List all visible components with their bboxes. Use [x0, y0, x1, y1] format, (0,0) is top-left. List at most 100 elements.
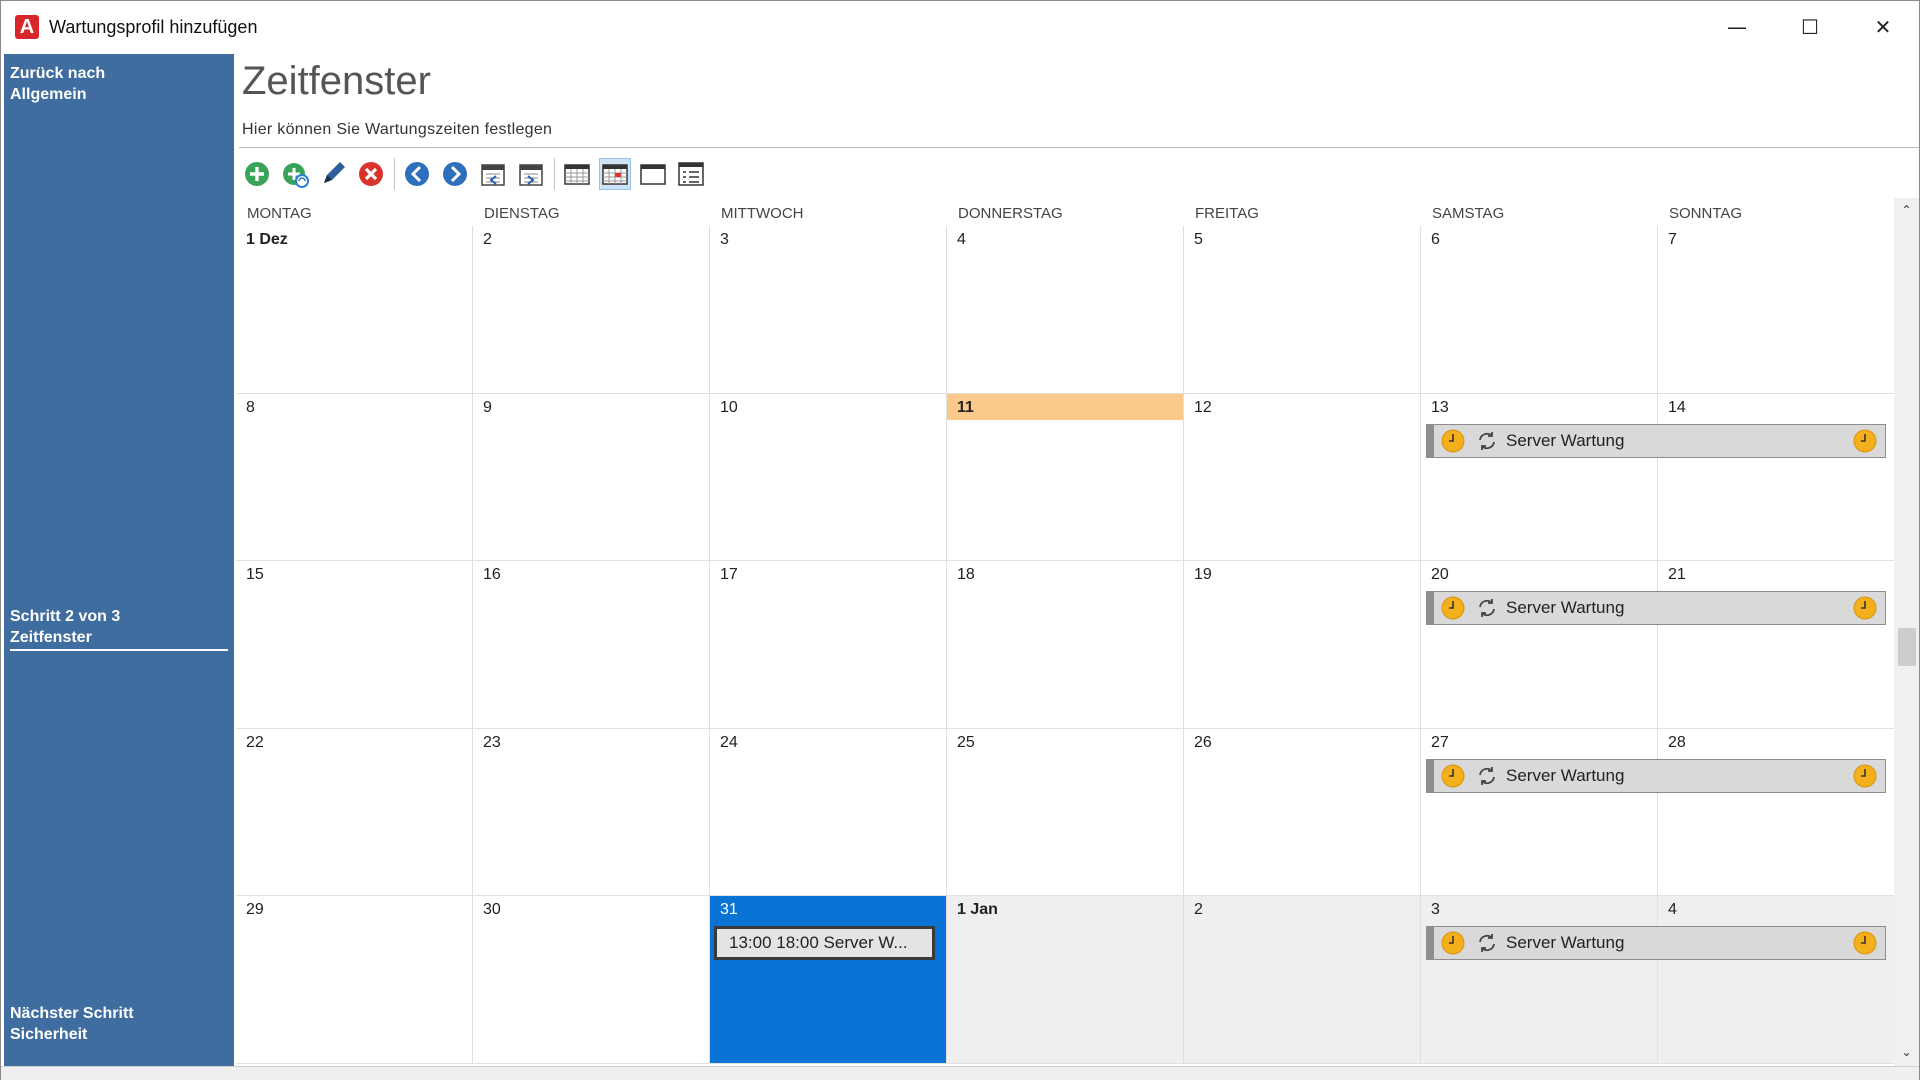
- calendar-day-cell[interactable]: 26: [1184, 728, 1421, 896]
- calendar-day-cell[interactable]: 12: [1184, 393, 1421, 561]
- close-button[interactable]: ✕: [1860, 9, 1906, 45]
- calendar-day-cell[interactable]: 8: [236, 393, 473, 561]
- weekday-header: DIENSTAG: [484, 205, 560, 222]
- scrollbar-thumb[interactable]: [1898, 628, 1916, 666]
- calendar-day-cell[interactable]: 29: [236, 896, 473, 1064]
- day-number: 10: [720, 398, 738, 416]
- add-recurring-button[interactable]: [279, 158, 311, 190]
- day-number: 1 Jan: [957, 901, 998, 918]
- scroll-up-icon[interactable]: ⌃: [1898, 202, 1915, 219]
- day-number: 6: [1431, 231, 1440, 248]
- next-step-link[interactable]: Nächster Schritt Sicherheit: [10, 1003, 134, 1045]
- recurring-event[interactable]: Server Wartung: [1426, 591, 1886, 625]
- day-number: 14: [1668, 398, 1686, 416]
- calendar-day-cell[interactable]: 22: [236, 728, 473, 896]
- calendar-day-cell[interactable]: 4: [947, 226, 1184, 394]
- calendar-day-cell[interactable]: 31: [710, 896, 947, 1064]
- vertical-scrollbar[interactable]: ⌃ ⌄: [1894, 198, 1919, 1066]
- day-number: 17: [720, 566, 738, 583]
- week-view-button[interactable]: [637, 158, 669, 190]
- day-number: 3: [720, 231, 729, 248]
- calendar-day-cell[interactable]: 9: [473, 393, 710, 561]
- minimize-button[interactable]: —: [1714, 9, 1760, 45]
- day-number: 27: [1431, 733, 1449, 751]
- calendar-day-cell[interactable]: 1 Dez: [236, 226, 473, 394]
- previous-button[interactable]: [401, 158, 433, 190]
- calendar-day-cell[interactable]: 19: [1184, 561, 1421, 729]
- toolbar-separator: [554, 158, 555, 190]
- day-number: 22: [246, 733, 264, 751]
- day-number: 4: [1668, 901, 1677, 918]
- calendar-day-cell[interactable]: 17: [710, 561, 947, 729]
- clock-icon: [1853, 764, 1877, 787]
- calendar-day-cell[interactable]: 21: [1658, 561, 1894, 729]
- weekday-header: DONNERSTAG: [958, 205, 1063, 222]
- calendar-day-cell[interactable]: 24: [710, 728, 947, 896]
- calendar-day-cell[interactable]: 18: [947, 561, 1184, 729]
- calendar-day-cell[interactable]: 2: [473, 226, 710, 394]
- calendar-day-cell[interactable]: 4: [1658, 896, 1894, 1064]
- calendar-day-cell[interactable]: 13: [1421, 393, 1658, 561]
- selected-event[interactable]: 13:00 18:00 Server W...: [714, 926, 935, 960]
- day-number: 18: [957, 566, 975, 583]
- calendar-day-cell[interactable]: 6: [1421, 226, 1658, 394]
- wizard-sidebar: Zurück nach Allgemein Schritt 2 von 3 Ze…: [4, 54, 234, 1066]
- day-number: 24: [720, 733, 738, 751]
- app-logo-icon: A: [15, 15, 39, 39]
- calendar-day-cell[interactable]: 14: [1658, 393, 1894, 561]
- back-to-general-link[interactable]: Zurück nach Allgemein: [10, 63, 105, 105]
- calendar-day-cell[interactable]: 5: [1184, 226, 1421, 394]
- window: A Wartungsprofil hinzufügen — ☐ ✕ Zurück…: [0, 0, 1920, 1080]
- calendar-day-cell[interactable]: 3: [1421, 896, 1658, 1064]
- maximize-button[interactable]: ☐: [1787, 9, 1833, 45]
- edit-icon: [324, 162, 345, 183]
- day-view-button[interactable]: [561, 158, 593, 190]
- calendar-day-cell[interactable]: 2: [1184, 896, 1421, 1064]
- day-view-icon: [564, 164, 590, 185]
- calendar-day-cell[interactable]: 3: [710, 226, 947, 394]
- calendar-day-cell[interactable]: 11: [947, 393, 1184, 561]
- day-number: 25: [957, 733, 975, 751]
- calendar-day-cell[interactable]: 10: [710, 393, 947, 561]
- day-number: 5: [1194, 231, 1203, 248]
- calendar-day-cell[interactable]: 7: [1658, 226, 1894, 394]
- calendar-prev-icon: [481, 164, 505, 186]
- clock-icon: [1441, 596, 1465, 620]
- calendar-day-cell[interactable]: 25: [947, 728, 1184, 896]
- calendar-day-cell[interactable]: 30: [473, 896, 710, 1064]
- calendar-day-cell[interactable]: 20: [1421, 561, 1658, 729]
- calendar-day-cell[interactable]: 16: [473, 561, 710, 729]
- next-link-line2: Sicherheit: [10, 1026, 88, 1043]
- header-divider: [239, 147, 1919, 148]
- recurring-event[interactable]: Server Wartung: [1426, 758, 1886, 793]
- calendar-previous-button[interactable]: [477, 158, 509, 190]
- calendar-day-cell[interactable]: 28: [1658, 728, 1894, 896]
- weekday-header: MITTWOCH: [721, 205, 804, 222]
- weekday-header: SAMSTAG: [1432, 205, 1505, 222]
- clock-icon: [1853, 429, 1877, 452]
- recurring-event[interactable]: Server Wartung: [1426, 926, 1886, 960]
- weekday-header: MONTAG: [247, 205, 312, 222]
- clock-icon: [1853, 596, 1877, 620]
- next-button[interactable]: [439, 158, 471, 190]
- add-button[interactable]: [241, 158, 273, 190]
- day-number: 12: [1194, 398, 1212, 416]
- day-number: 28: [1668, 733, 1686, 751]
- calendar-day-cell[interactable]: 1 Jan: [947, 896, 1184, 1064]
- calendar-day-cell[interactable]: 23: [473, 728, 710, 896]
- status-strip: [1, 1066, 1919, 1080]
- delete-button[interactable]: [355, 158, 387, 190]
- edit-button[interactable]: [317, 158, 349, 190]
- calendar-day-cell[interactable]: 15: [236, 561, 473, 729]
- clock-icon: [1441, 931, 1465, 955]
- calendar-next-button[interactable]: [515, 158, 547, 190]
- page-title: Zeitfenster: [242, 59, 431, 103]
- timeline-view-button[interactable]: [675, 158, 707, 190]
- month-view-button[interactable]: [599, 158, 631, 190]
- day-number: 2: [483, 231, 492, 248]
- day-number: 16: [483, 566, 501, 583]
- day-number: 26: [1194, 733, 1212, 751]
- recurring-event[interactable]: Server Wartung: [1426, 423, 1886, 458]
- calendar-day-cell[interactable]: 27: [1421, 728, 1658, 896]
- scroll-down-icon[interactable]: ⌄: [1898, 1044, 1915, 1061]
